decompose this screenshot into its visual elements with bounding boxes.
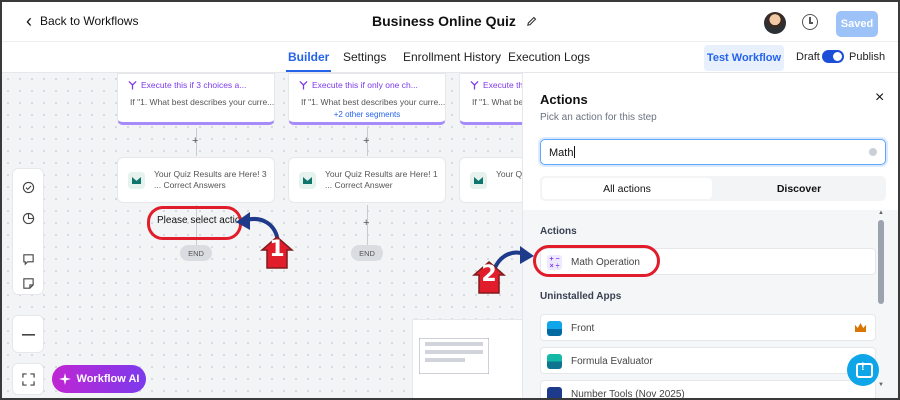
uninstalled-apps-heading: Uninstalled Apps — [540, 291, 622, 302]
branch-icon — [470, 80, 479, 90]
end-node: END — [351, 245, 383, 261]
chevron-left-icon: ‹ — [26, 11, 32, 31]
segment-title: Execute this if 3 choices a... — [141, 80, 247, 90]
search-value: Math — [549, 146, 576, 159]
step-2-number: 2 — [481, 262, 497, 287]
app-item-formula-evaluator[interactable]: Formula Evaluator — [540, 347, 876, 374]
add-step-plus[interactable]: + — [192, 135, 198, 147]
highlight-circle-step1 — [147, 206, 242, 240]
back-label: Back to Workflows — [40, 14, 139, 28]
saved-button[interactable]: Saved — [836, 11, 878, 37]
step-1-number: 1 — [269, 237, 285, 262]
actions-panel-title: Actions — [540, 92, 588, 107]
app-label: Number Tools (Nov 2025) — [571, 389, 685, 400]
fit-to-screen-button[interactable] — [12, 363, 44, 395]
segment-header: Execute th — [470, 80, 522, 90]
email-action-node[interactable]: Your Quiz Correct A — [459, 157, 522, 203]
branch-icon — [128, 80, 137, 90]
minus-icon — [22, 334, 35, 336]
zoom-out-button[interactable] — [12, 315, 44, 353]
email-action-label: Your Quiz Results are Here! 1 ... Correc… — [325, 169, 438, 190]
other-segments-link[interactable]: +2 other segments — [289, 110, 445, 119]
segment-node[interactable]: Execute this if 3 choices a... If "1. Wh… — [117, 73, 275, 125]
back-to-workflows-link[interactable]: ‹ Back to Workflows — [26, 11, 139, 31]
clear-search-icon[interactable] — [869, 148, 877, 156]
user-avatar[interactable] — [764, 12, 786, 34]
step-2-badge: 2 — [472, 260, 506, 294]
branch-icon — [299, 80, 308, 90]
search-value-text: Math — [549, 147, 574, 159]
crown-icon — [855, 323, 866, 332]
segment-header: Execute this if only one ch... — [299, 80, 418, 90]
app-label: Formula Evaluator — [571, 356, 653, 367]
email-action-node[interactable]: Your Quiz Results are Here! 3 ... Correc… — [117, 157, 275, 203]
pencil-icon[interactable] — [526, 16, 537, 27]
end-node: END — [180, 245, 212, 261]
draft-label: Draft — [796, 51, 820, 63]
action-search-input[interactable]: Math — [540, 139, 886, 165]
canvas-side-toolbar — [12, 168, 44, 295]
scrollbar-thumb[interactable] — [878, 220, 884, 304]
sparkle-icon — [58, 373, 71, 385]
email-icon — [128, 172, 145, 189]
actions-list[interactable]: Actions + − × ÷ Math Operation Uninstalle… — [523, 210, 898, 400]
expand-icon — [22, 373, 35, 386]
test-workflow-button[interactable]: Test Workflow — [704, 45, 784, 71]
pie-chart-icon[interactable] — [22, 212, 35, 225]
comment-icon[interactable] — [22, 253, 35, 266]
workflow-title: Business Online Quiz — [372, 13, 537, 29]
workflow-ai-button[interactable]: Workflow AI — [52, 365, 146, 393]
segment-node[interactable]: Execute this if only one ch... If "1. Wh… — [288, 73, 446, 125]
segment-condition: If "1. What best describes your curre... — [130, 97, 275, 107]
tab-settings[interactable]: Settings — [343, 50, 386, 64]
tab-execution-logs[interactable]: Execution Logs — [508, 50, 590, 64]
app-window: ‹ Back to Workflows Business Online Quiz… — [0, 0, 900, 400]
tab-discover[interactable]: Discover — [714, 178, 884, 199]
tabs-row: Builder Settings Enrollment History Exec… — [2, 42, 898, 73]
segment-title: Execute this if only one ch... — [312, 80, 418, 90]
number-tools-icon — [547, 387, 562, 398]
actions-panel: Actions Pick an action for this step × M… — [522, 73, 898, 400]
segment-header: Execute this if 3 choices a... — [128, 80, 246, 90]
history-clock-icon[interactable] — [802, 14, 818, 30]
email-action-node[interactable]: Your Quiz Results are Here! 1 ... Correc… — [288, 157, 446, 203]
segment-node[interactable]: Execute th If "1. What be — [459, 73, 522, 125]
segment-title: Execute th — [483, 80, 522, 90]
actions-section-heading: Actions — [540, 226, 577, 237]
actions-segmented-control: All actions Discover — [540, 176, 886, 201]
workflow-title-text: Business Online Quiz — [372, 13, 516, 29]
actions-panel-subtitle: Pick an action for this step — [540, 112, 657, 123]
scroll-down-arrow[interactable]: ▼ — [878, 382, 884, 388]
canvas-minimap[interactable] — [412, 319, 522, 398]
app-item-number-tools[interactable]: Number Tools (Nov 2025) — [540, 380, 876, 400]
add-step-plus[interactable]: + — [363, 217, 369, 229]
segment-condition: If "1. What best describes your curre... — [301, 97, 446, 107]
tab-builder[interactable]: Builder — [285, 50, 332, 72]
check-circle-icon[interactable] — [22, 181, 35, 194]
formula-evaluator-icon — [547, 354, 562, 369]
email-icon — [470, 172, 487, 189]
front-app-icon — [547, 321, 562, 336]
close-icon[interactable]: × — [875, 89, 884, 107]
sticky-note-icon[interactable] — [22, 277, 35, 290]
publish-label: Publish — [849, 51, 886, 63]
app-label: Front — [571, 323, 595, 334]
top-bar: ‹ Back to Workflows Business Online Quiz… — [2, 2, 898, 42]
scroll-up-arrow[interactable]: ▲ — [878, 210, 884, 216]
step-1-badge: 1 — [260, 235, 294, 269]
publish-toggle[interactable] — [822, 50, 844, 63]
email-action-label: Your Quiz Results are Here! 3 ... Correc… — [154, 169, 267, 190]
highlight-circle-step2 — [533, 245, 660, 277]
app-item-front[interactable]: Front — [540, 314, 876, 341]
help-chat-button[interactable] — [847, 354, 879, 386]
add-step-plus[interactable]: + — [363, 135, 369, 147]
tab-enrollment-history[interactable]: Enrollment History — [403, 50, 501, 64]
workflow-ai-label: Workflow AI — [76, 373, 140, 385]
email-action-label: Your Quiz Correct A — [496, 169, 522, 179]
segment-condition: If "1. What be — [472, 97, 522, 107]
email-icon — [299, 172, 316, 189]
minimap-preview — [419, 338, 489, 374]
tab-all-actions[interactable]: All actions — [542, 178, 712, 199]
